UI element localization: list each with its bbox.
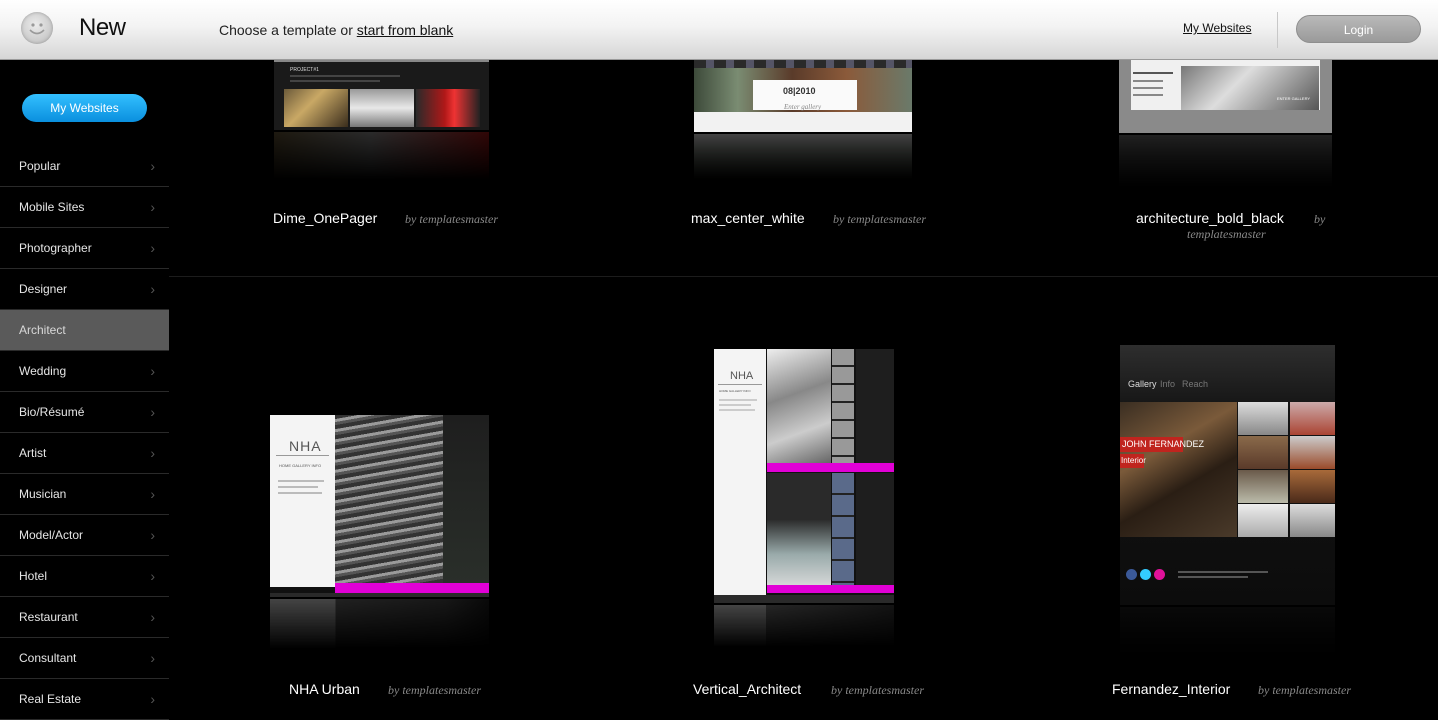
category-list: Popular › Mobile Sites › Photographer › Des… xyxy=(0,146,169,720)
sidebar-item-mobile-sites[interactable]: Mobile Sites › xyxy=(0,187,169,228)
start-from-blank-link[interactable]: start from blank xyxy=(357,22,453,38)
template-thumbnail[interactable]: Gallery Info Reach JOHN FERNANDEZ Interi… xyxy=(1120,345,1335,605)
sidebar-item-label: Designer xyxy=(19,282,68,296)
sidebar-item-hotel[interactable]: Hotel › xyxy=(0,556,169,597)
smiley-logo-icon[interactable] xyxy=(21,12,53,44)
sidebar-item-model-actor[interactable]: Model/Actor › xyxy=(0,515,169,556)
sidebar-item-consultant[interactable]: Consultant › xyxy=(0,638,169,679)
template-name[interactable]: architecture_bold_black xyxy=(1136,210,1284,226)
thumbnail-date: 08|2010 xyxy=(783,86,816,96)
chevron-right-icon: › xyxy=(150,281,155,297)
sidebar-item-label: Mobile Sites xyxy=(19,200,85,214)
row-divider xyxy=(169,276,1438,277)
template-author: by templatesmaster xyxy=(388,683,481,697)
sidebar-item-designer[interactable]: Designer › xyxy=(0,269,169,310)
login-button[interactable]: Login xyxy=(1296,15,1421,43)
template-author: by templatesmaster xyxy=(831,683,924,697)
divider xyxy=(1277,12,1278,48)
thumbnail-reflection xyxy=(1119,135,1332,190)
chevron-right-icon: › xyxy=(150,527,155,543)
sidebar-item-popular[interactable]: Popular › xyxy=(0,146,169,187)
template-thumbnail[interactable]: NHA HOME GALLERY INFO xyxy=(714,349,894,603)
template-thumbnail[interactable]: NHA HOME GALLERY INFO xyxy=(270,415,489,597)
sidebar-item-label: Wedding xyxy=(19,364,67,378)
template-thumbnail[interactable]: PROJECT#1 xyxy=(274,60,489,130)
thumbnail-nav-gallery: Gallery xyxy=(1128,379,1157,389)
thumbnail-reflection xyxy=(274,132,489,180)
template-name[interactable]: NHA Urban xyxy=(289,681,360,697)
sidebar-item-artist[interactable]: Artist › xyxy=(0,433,169,474)
sidebar-item-architect[interactable]: Architect› xyxy=(0,310,169,351)
thumbnail-nav: HOME GALLERY INFO xyxy=(279,463,322,468)
sidebar-item-label: Architect xyxy=(19,323,66,337)
sidebar-item-label: Hotel xyxy=(19,569,48,583)
sidebar-item-label: Real Estate xyxy=(19,692,82,706)
sidebar-item-label: Model/Actor xyxy=(19,528,84,542)
template-name[interactable]: Fernandez_Interior xyxy=(1112,681,1230,697)
template-author: by templatesmaster xyxy=(1258,683,1351,697)
sidebar-item-label: Artist xyxy=(19,446,47,460)
template-thumbnail[interactable]: 08|2010 Enter gallery xyxy=(694,60,912,132)
thumbnail-title: JOHN FERNANDEZ xyxy=(1122,439,1205,449)
flickr-icon xyxy=(1154,569,1165,580)
chevron-right-icon: › xyxy=(150,691,155,707)
template-author-by: by xyxy=(1314,212,1326,226)
thumbnail-nav-reach: Reach xyxy=(1182,379,1209,389)
sidebar-item-wedding[interactable]: Wedding › xyxy=(0,351,169,392)
thumbnail-subtitle: Interior xyxy=(1121,456,1146,465)
chevron-right-icon: › xyxy=(150,650,155,666)
chevron-right-icon: › xyxy=(150,568,155,584)
thumbnail-reflection xyxy=(694,134,912,180)
chevron-right-icon: › xyxy=(150,404,155,420)
thumbnail-logo: NHA xyxy=(730,370,754,382)
my-websites-link[interactable]: My Websites xyxy=(1183,21,1251,35)
template-name[interactable]: Vertical_Architect xyxy=(693,681,801,697)
subtitle: Choose a template or start from blank xyxy=(219,22,453,38)
sidebar-item-label: Popular xyxy=(19,159,61,173)
template-author: by templatesmaster xyxy=(833,212,926,226)
thumbnail-nav: HOME GALLERY INFO xyxy=(719,389,751,393)
thumbnail-reflection xyxy=(1120,607,1335,662)
facebook-icon xyxy=(1126,569,1137,580)
chevron-right-icon: › xyxy=(150,445,155,461)
template-name[interactable]: Dime_OnePager xyxy=(273,210,377,226)
sidebar-item-restaurant[interactable]: Restaurant › xyxy=(0,597,169,638)
page-title: New xyxy=(79,14,126,41)
top-bar: New Choose a template or start from blan… xyxy=(0,0,1438,60)
sidebar-item-label: Consultant xyxy=(19,651,77,665)
chevron-right-icon: › xyxy=(150,158,155,174)
thumbnail-enter-gallery: ENTER GALLERY xyxy=(1277,96,1311,101)
chevron-right-icon: › xyxy=(150,240,155,256)
subtitle-text: Choose a template or xyxy=(219,22,357,38)
chevron-right-icon: › xyxy=(150,363,155,379)
chevron-right-icon: › xyxy=(150,609,155,625)
template-thumbnail[interactable]: ENTER GALLERY xyxy=(1119,60,1332,133)
chevron-right-icon: › xyxy=(150,199,155,215)
sidebar-item-bio-resume[interactable]: Bio/Résumé › xyxy=(0,392,169,433)
sidebar-item-label: Photographer xyxy=(19,241,92,255)
thumbnail-caption: PROJECT#1 xyxy=(290,67,319,73)
thumbnail-enter-gallery: Enter gallery xyxy=(784,103,822,111)
thumbnail-logo: NHA xyxy=(289,438,322,454)
sidebar-item-label: Musician xyxy=(19,487,67,501)
sidebar-item-label: Bio/Résumé xyxy=(19,405,85,419)
category-sidebar: My Websites Popular › Mobile Sites › Photo… xyxy=(0,60,169,720)
chevron-right-icon: › xyxy=(150,486,155,502)
sidebar-item-label: Restaurant xyxy=(19,610,78,624)
template-name[interactable]: max_center_white xyxy=(691,210,805,226)
template-grid: PROJECT#1 Dime_OnePager by templatesmast… xyxy=(169,60,1438,714)
template-author: templatesmaster xyxy=(1187,227,1266,241)
sidebar-item-photographer[interactable]: Photographer › xyxy=(0,228,169,269)
thumbnail-nav-info: Info xyxy=(1160,379,1176,389)
my-websites-button[interactable]: My Websites xyxy=(22,94,147,122)
twitter-icon xyxy=(1140,569,1151,580)
thumbnail-reflection xyxy=(714,605,894,647)
thumbnail-reflection xyxy=(270,599,489,649)
sidebar-item-musician[interactable]: Musician › xyxy=(0,474,169,515)
template-author: by templatesmaster xyxy=(405,212,498,226)
